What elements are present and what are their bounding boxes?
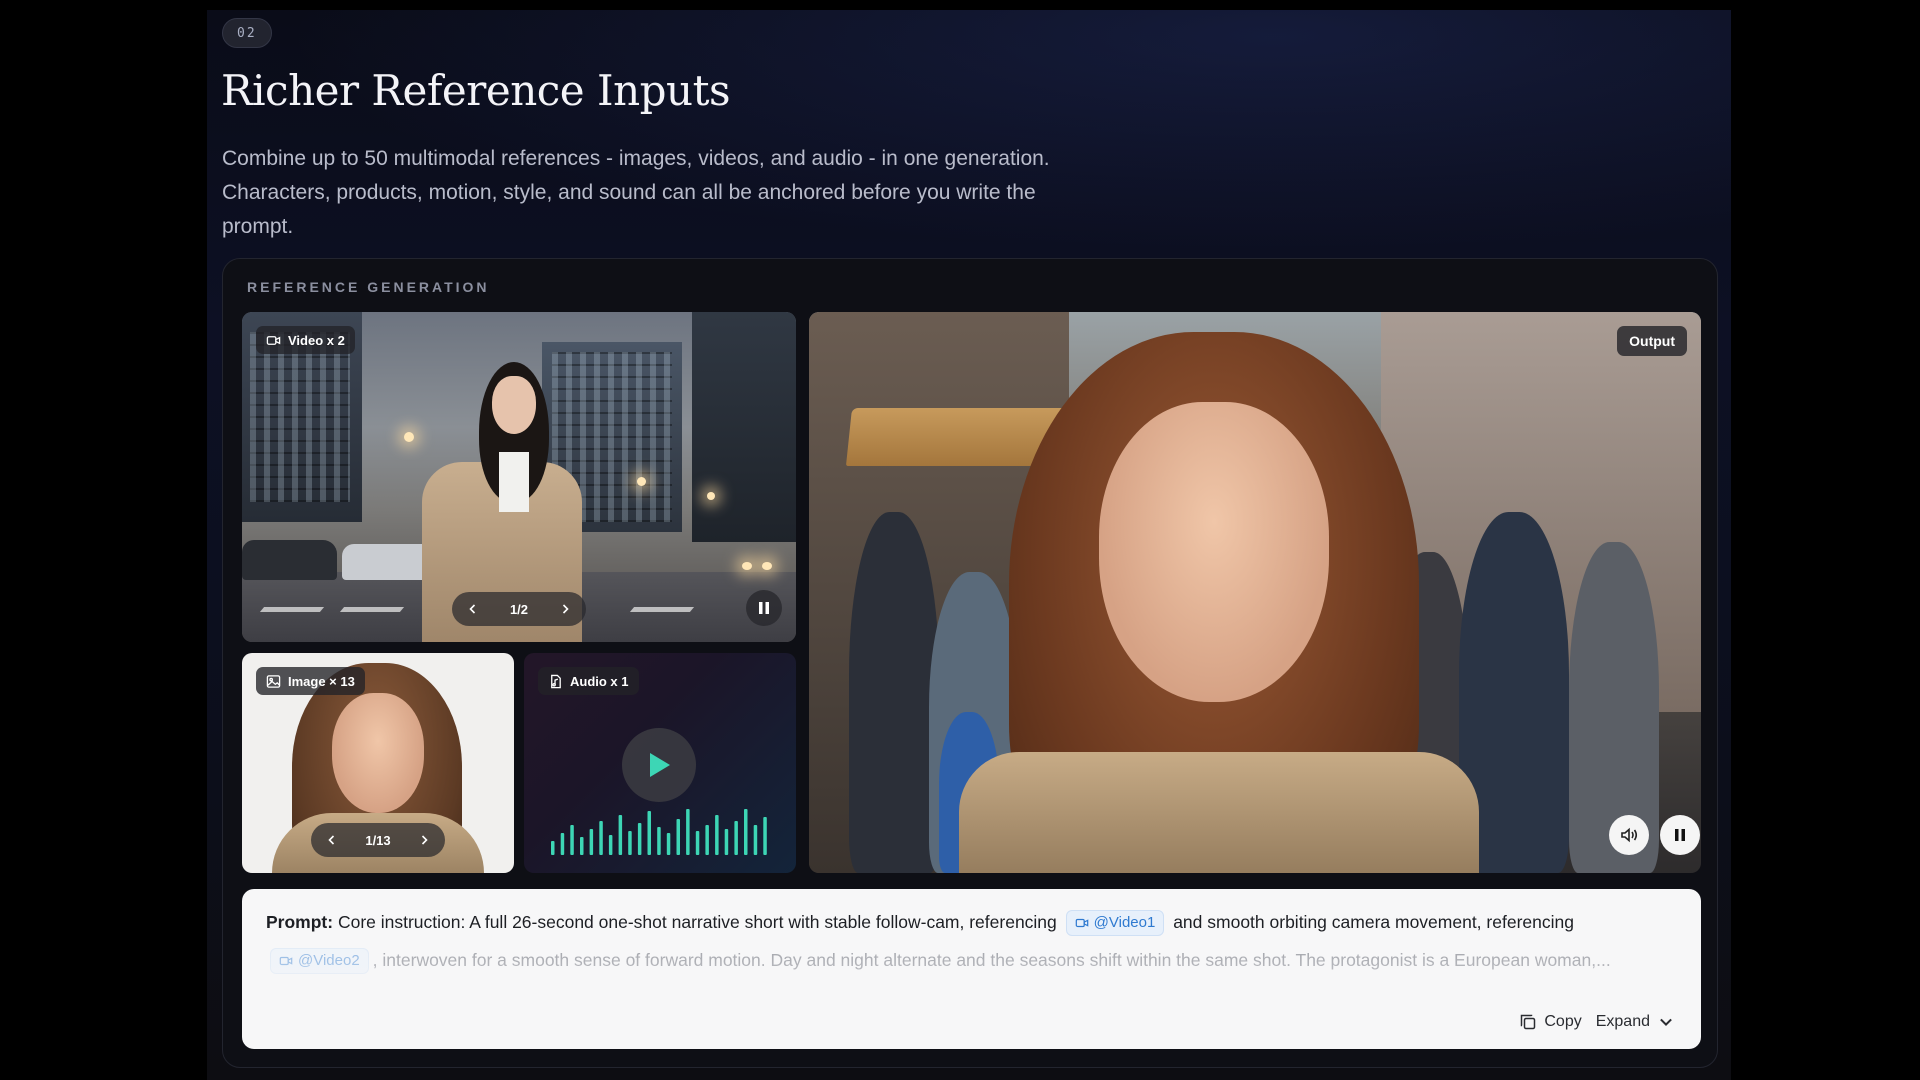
- prompt-line-1: Prompt: Core instruction: A full 26-seco…: [266, 909, 1677, 937]
- audio-play-button[interactable]: [622, 728, 696, 802]
- video-pause-button[interactable]: [746, 590, 782, 626]
- audio-count-chip: Audio x 1: [538, 667, 639, 695]
- section-number-badge: 02: [222, 18, 272, 48]
- waveform-bar: [618, 815, 623, 855]
- audio-file-icon: [551, 674, 561, 688]
- section-description: Combine up to 50 multimodal references -…: [222, 147, 1050, 238]
- waveform-bar: [637, 823, 642, 855]
- chevron-right-icon[interactable]: [413, 829, 435, 851]
- waveform-bar: [724, 829, 729, 855]
- waveform-bar: [657, 827, 661, 855]
- chevron-left-icon[interactable]: [321, 829, 343, 851]
- video-reference-card[interactable]: Video x 2 1/2: [242, 312, 796, 642]
- waveform-bar: [763, 817, 767, 855]
- output-pause-button[interactable]: [1660, 815, 1700, 855]
- waveform-bar: [676, 819, 680, 855]
- pause-icon: [759, 602, 769, 614]
- crosswalk-stripe: [259, 607, 325, 612]
- subject-face: [1099, 402, 1329, 702]
- expand-button[interactable]: Expand: [1596, 1013, 1675, 1031]
- image-pager: 1/13: [311, 823, 445, 857]
- subject-face: [332, 693, 424, 813]
- crosswalk-stripe: [339, 607, 405, 612]
- audio-count-label: Audio x 1: [570, 673, 629, 689]
- car: [242, 540, 337, 580]
- play-icon: [650, 753, 670, 777]
- prompt-label: Prompt:: [266, 912, 334, 932]
- panel-label: REFERENCE GENERATION: [247, 279, 490, 295]
- copy-button[interactable]: Copy: [1519, 1013, 1582, 1031]
- subject-face: [492, 376, 536, 434]
- video-count-label: Video x 2: [288, 332, 345, 348]
- street-light: [637, 477, 646, 486]
- video-camera-icon: [1075, 919, 1088, 928]
- image-count-chip: Image × 13: [256, 667, 365, 695]
- waveform-bar: [753, 825, 758, 855]
- chevron-left-icon[interactable]: [462, 598, 484, 620]
- waveform-bar: [695, 831, 700, 855]
- prompt-actions: Copy Expand: [1519, 1013, 1675, 1031]
- waveform-bar: [744, 809, 748, 855]
- waveform-bar: [580, 837, 584, 855]
- chevron-right-icon[interactable]: [554, 598, 576, 620]
- audio-waveform: [551, 809, 767, 855]
- pause-icon: [1675, 829, 1685, 841]
- waveform-bar: [666, 833, 671, 855]
- street-light: [707, 492, 715, 500]
- waveform-bar: [715, 815, 719, 855]
- ref-tag-video1[interactable]: @Video1: [1065, 910, 1165, 937]
- waveform-bar: [734, 821, 738, 855]
- copy-icon: [1521, 1014, 1536, 1030]
- prompt-line-2: @Video2 , interwoven for a smooth sense …: [266, 947, 1677, 975]
- waveform-bar: [551, 841, 555, 855]
- waveform-bar: [599, 821, 603, 855]
- waveform-bar: [647, 811, 651, 855]
- waveform-bar: [589, 829, 594, 855]
- ref-tag-video2[interactable]: @Video2: [270, 948, 369, 975]
- street-light: [404, 432, 414, 442]
- subject-coat: [959, 752, 1479, 873]
- image-count-label: Image × 13: [288, 673, 355, 689]
- video-camera-icon: [279, 957, 293, 966]
- output-chip: Output: [1617, 326, 1687, 356]
- waveform-bar: [560, 833, 565, 855]
- video-camera-icon: [266, 335, 281, 345]
- car-headlight: [762, 562, 772, 570]
- copy-label: Copy: [1544, 1013, 1582, 1030]
- building: [692, 312, 796, 542]
- video-pager: 1/2: [452, 592, 586, 626]
- prompt-text: Core instruction: A full 26-second one-s…: [337, 912, 1057, 932]
- waveform-bar: [628, 831, 632, 855]
- prompt-text: and smooth orbiting camera movement, ref…: [1173, 912, 1574, 932]
- waveform-bar: [608, 835, 613, 855]
- prompt-box: Prompt: Core instruction: A full 26-seco…: [242, 889, 1701, 1049]
- prompt-text: , interwoven for a smooth sense of forwa…: [372, 950, 1611, 970]
- crowd-person: [849, 512, 939, 873]
- chevron-down-icon: [1660, 1018, 1672, 1027]
- crosswalk-stripe: [629, 607, 695, 612]
- image-reference-card[interactable]: Image × 13 1/13: [242, 653, 514, 873]
- waveform-bar: [686, 809, 690, 855]
- mute-toggle-button[interactable]: [1609, 815, 1649, 855]
- audio-reference-card[interactable]: Audio x 1: [524, 653, 796, 873]
- expand-label: Expand: [1595, 1013, 1650, 1030]
- waveform-bar: [570, 825, 574, 855]
- volume-icon: [1621, 827, 1638, 843]
- section-title: Richer Reference Inputs: [221, 66, 731, 115]
- waveform-bar: [705, 825, 709, 855]
- ref-tag-label: @Video2: [298, 952, 360, 970]
- output-video-card[interactable]: Output: [809, 312, 1701, 873]
- image-icon: [266, 674, 281, 688]
- subject-shirt: [499, 452, 529, 512]
- video-page-indicator: 1/2: [509, 601, 529, 617]
- image-page-indicator: 1/13: [365, 832, 391, 848]
- ref-tag-label: @Video1: [1093, 914, 1156, 932]
- video-count-chip: Video x 2: [256, 326, 355, 354]
- building-windows: [250, 332, 350, 502]
- car-headlight: [742, 562, 752, 570]
